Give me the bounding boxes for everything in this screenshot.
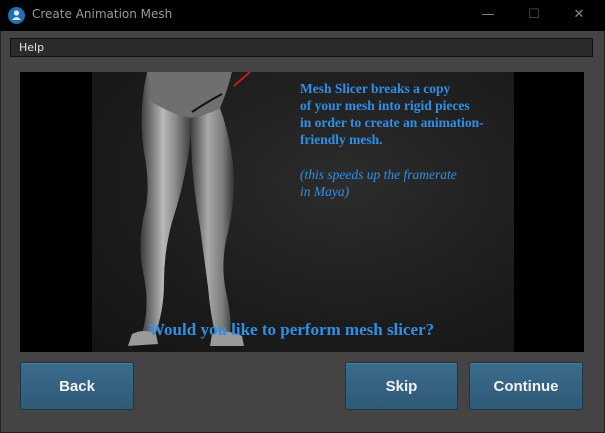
back-button[interactable]: Back	[20, 362, 134, 410]
mesh-slicer-question: Would you like to perform mesh slicer?	[148, 320, 435, 339]
continue-button[interactable]: Continue	[469, 362, 583, 410]
note-line: in Maya)	[300, 184, 350, 199]
note-line: (this speeds up the framerate	[300, 167, 457, 182]
description-line: of your mesh into rigid pieces	[300, 98, 470, 113]
close-button[interactable]: ✕	[561, 4, 597, 26]
description-line: in order to create an animation-	[300, 115, 484, 130]
skip-button[interactable]: Skip	[345, 362, 458, 410]
description-text: Mesh Slicer breaks a copy of your mesh i…	[300, 80, 510, 148]
menu-bar: Help	[10, 38, 593, 57]
preview-panel: Mesh Slicer breaks a copy of your mesh i…	[20, 72, 584, 352]
description-line: Mesh Slicer breaks a copy	[300, 81, 451, 96]
description-line: friendly mesh.	[300, 132, 383, 147]
minimize-button[interactable]: —	[470, 4, 506, 26]
window-title: Create Animation Mesh	[32, 7, 173, 21]
red-slice-line	[233, 72, 251, 87]
maximize-button[interactable]: ☐	[516, 4, 552, 26]
title-bar: Create Animation Mesh — ☐ ✕	[0, 0, 605, 31]
framerate-note: (this speeds up the framerate in Maya)	[300, 166, 510, 200]
preview-image: Mesh Slicer breaks a copy of your mesh i…	[92, 72, 514, 352]
menu-item-help[interactable]: Help	[19, 41, 44, 54]
dialog-window: Create Animation Mesh — ☐ ✕ Help Mesh Sl…	[0, 0, 605, 433]
app-logo-icon	[8, 7, 25, 24]
